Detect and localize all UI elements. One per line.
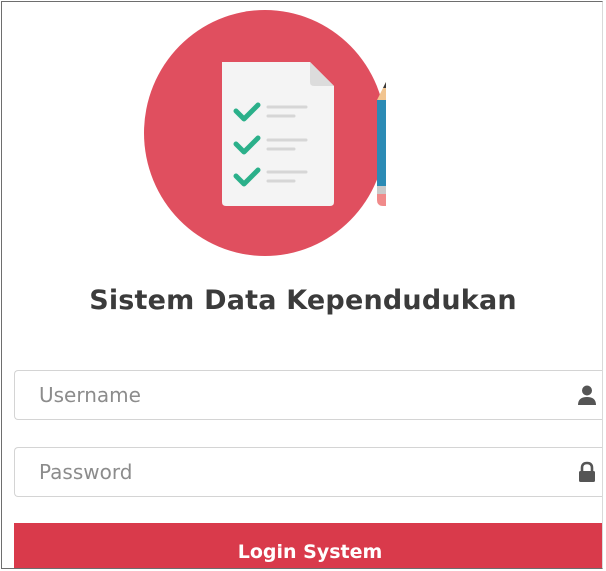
password-input[interactable]	[15, 448, 555, 496]
username-field[interactable]	[14, 370, 602, 420]
username-input[interactable]	[15, 371, 555, 419]
page-title: Sistem Data Kependudukan	[89, 285, 517, 316]
user-icon	[578, 385, 596, 405]
checklist-document-pencil-icon	[144, 10, 386, 256]
login-button[interactable]: Login System	[14, 523, 602, 568]
lock-icon	[579, 461, 595, 482]
password-field[interactable]	[14, 447, 602, 497]
login-card: Sistem Data Kependudukan Login System	[1, 1, 603, 569]
